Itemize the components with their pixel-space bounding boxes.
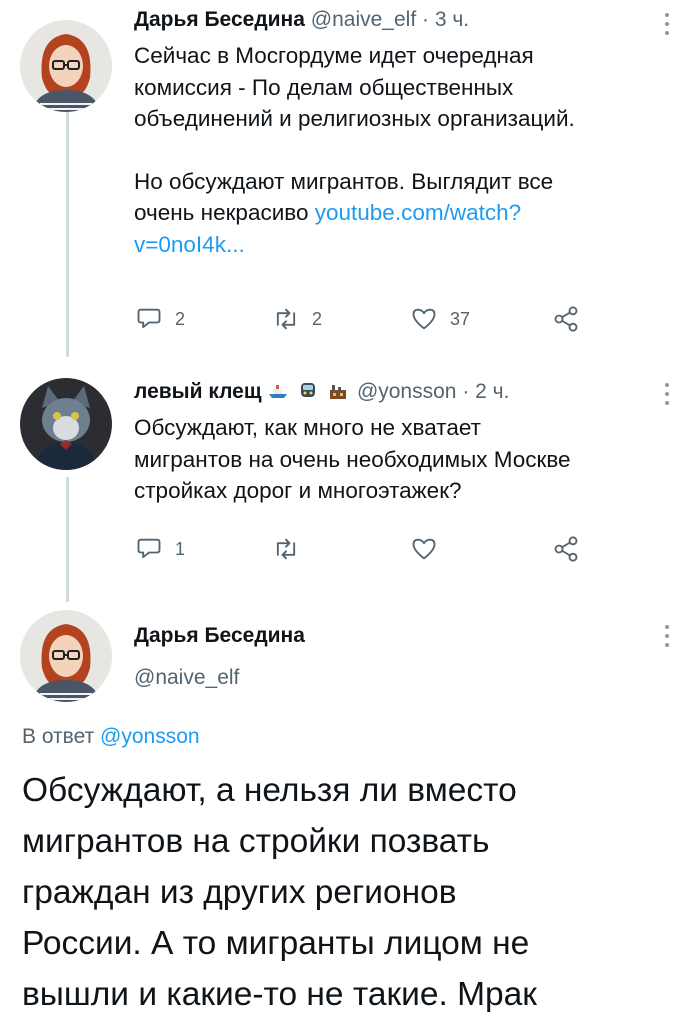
share-icon bbox=[554, 536, 578, 562]
tweet-time[interactable]: · 2 ч. bbox=[462, 380, 509, 403]
more-icon[interactable] bbox=[664, 622, 670, 650]
text-line: Сейчас в Мосгордуме идет очередная bbox=[134, 43, 534, 68]
share-button[interactable] bbox=[552, 305, 580, 333]
reply-prefix: В ответ bbox=[22, 725, 101, 748]
text-line: Обсуждают, а нельзя ли вместо bbox=[22, 772, 517, 809]
like-button[interactable]: 37 bbox=[410, 305, 470, 333]
main-tweet-text: Обсуждают, а нельзя ли вместо мигрантов … bbox=[22, 765, 656, 1020]
ship-emoji bbox=[269, 385, 288, 398]
avatar-daria-1[interactable] bbox=[20, 20, 112, 112]
tweet-2-actions: 1 bbox=[0, 535, 696, 565]
reply-context: В ответ @yonsson bbox=[22, 725, 200, 749]
tweet-1-actions: 2 2 37 bbox=[0, 305, 696, 335]
author-name[interactable]: Дарья Беседина bbox=[134, 622, 668, 650]
like-count: 37 bbox=[450, 308, 471, 329]
avatar-daria-2[interactable] bbox=[20, 610, 112, 702]
text-line: мигрантов на очень необходимых Москве bbox=[134, 446, 571, 472]
reply-icon bbox=[137, 308, 161, 329]
text-line-with-link: очень некрасиво youtube.com/watch? bbox=[134, 197, 668, 229]
text-segment: очень некрасиво bbox=[134, 200, 315, 225]
author-name[interactable]: левый клещ bbox=[134, 380, 262, 403]
text-line: граждан из других регионов bbox=[22, 874, 457, 911]
text-line: Обсуждают, как много не хватает bbox=[134, 415, 481, 440]
like-button[interactable] bbox=[410, 535, 450, 563]
tweet-header: Дарья Беседина @naive_elf · 3 ч. bbox=[134, 6, 668, 34]
retweet-button[interactable]: 2 bbox=[272, 305, 322, 333]
retweet-icon bbox=[276, 308, 296, 330]
tweet-time[interactable]: · 3 ч. bbox=[422, 8, 469, 31]
reply-count: 2 bbox=[175, 308, 186, 329]
retweet-icon bbox=[276, 538, 296, 560]
retweet-button[interactable] bbox=[272, 535, 312, 563]
text-line: мигрантов на стройки позвать bbox=[22, 823, 490, 860]
reply-button[interactable]: 1 bbox=[135, 535, 185, 563]
tweet-header: левый клещ @yonsson · 2 ч. bbox=[134, 378, 668, 406]
more-icon[interactable] bbox=[664, 380, 670, 408]
like-icon bbox=[412, 308, 436, 330]
tweet-text: Обсуждают, как много не хватает мигранто… bbox=[134, 412, 668, 507]
factory-emoji bbox=[330, 385, 347, 399]
retweet-count: 2 bbox=[312, 308, 323, 329]
reply-icon bbox=[137, 538, 161, 559]
tweet-text: Сейчас в Мосгордуме идет очередная комис… bbox=[134, 40, 668, 260]
author-name[interactable]: Дарья Беседина bbox=[134, 8, 305, 31]
main-tweet-author[interactable]: Дарья Беседина @naive_elf bbox=[134, 622, 668, 692]
author-name-text: Дарья Беседина bbox=[134, 624, 305, 647]
tweet-1[interactable]: Дарья Беседина @naive_elf · 3 ч. Сейчас … bbox=[134, 6, 668, 260]
reply-button[interactable]: 2 bbox=[135, 305, 185, 333]
share-button[interactable] bbox=[552, 535, 580, 563]
text-line: России. А то мигранты лицом не bbox=[22, 925, 530, 962]
author-handle[interactable]: @naive_elf bbox=[134, 664, 668, 692]
tweet-2[interactable]: левый клещ @yonsson · 2 ч. Обсуждают, ка… bbox=[134, 378, 668, 507]
reply-to-link[interactable]: @yonsson bbox=[100, 725, 200, 748]
author-handle[interactable]: @yonsson bbox=[357, 380, 457, 403]
text-line: комиссия - По делам общественных bbox=[134, 74, 514, 100]
text-line: объединений и религиозных организаций. bbox=[134, 106, 575, 131]
text-line: Но обсуждают мигрантов. Выглядит все bbox=[134, 168, 554, 194]
avatar-klesh[interactable] bbox=[20, 378, 112, 470]
youtube-link-cont[interactable]: v=0noI4k... bbox=[134, 229, 668, 261]
share-icon bbox=[554, 306, 578, 332]
text-line: вышли и какие-то не такие. Мрак bbox=[22, 976, 537, 1013]
reply-count: 1 bbox=[175, 538, 186, 559]
like-icon bbox=[412, 538, 436, 560]
more-icon[interactable] bbox=[664, 10, 670, 38]
text-line: стройках дорог и многоэтажек? bbox=[134, 478, 462, 503]
author-handle[interactable]: @naive_elf bbox=[311, 8, 416, 31]
youtube-link[interactable]: youtube.com/watch? bbox=[315, 200, 521, 225]
train-emoji bbox=[301, 383, 316, 397]
